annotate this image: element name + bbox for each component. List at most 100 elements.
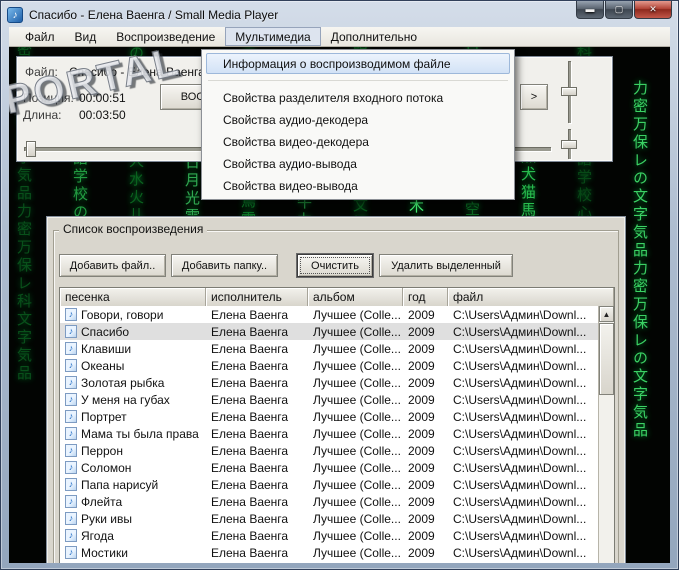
table-row[interactable]: ♪ Соломон Елена Ваенга Лучшее (Colle... 2009… <box>60 459 598 476</box>
clear-button[interactable]: Очистить <box>297 254 373 277</box>
table-cell: C:\Users\Админ\Downl... <box>453 324 587 339</box>
next-button[interactable]: > <box>520 84 548 110</box>
table-cell: ♪ Золотая рыбка <box>60 374 206 391</box>
playlist-scrollbar[interactable]: ▲ ▼ <box>598 306 614 563</box>
scrollbar-thumb[interactable] <box>599 323 614 395</box>
table-cell: Лучшее (Colle... <box>313 460 401 475</box>
titlebar[interactable]: ♪ Спасибо - Елена Ваенга / Small Media P… <box>5 4 674 26</box>
column-header-year[interactable]: год <box>403 288 448 306</box>
table-row[interactable]: ♪ Портрет Елена Ваенга Лучшее (Colle... 2009… <box>60 408 598 425</box>
multimedia-dropdown-menu: Информация о воспроизводимом файле Свойс… <box>201 49 515 200</box>
menu-item-audio-decoder[interactable]: Свойства аудио-декодера <box>206 109 510 130</box>
table-cell: C:\Users\Админ\Downl... <box>453 358 587 373</box>
table-row[interactable]: ♪ Ягода Елена Ваенга Лучшее (Colle... 2009 C:… <box>60 527 598 544</box>
table-cell: Елена Ваенга <box>211 545 289 560</box>
menu-item-audio-output[interactable]: Свойства аудио-вывода <box>206 153 510 174</box>
media-file-icon: ♪ <box>65 410 77 423</box>
menu-item-video-output[interactable]: Свойства видео-вывода <box>206 175 510 196</box>
column-header-album[interactable]: альбом <box>308 288 403 306</box>
table-cell: 2009 <box>408 324 435 339</box>
volume-slider[interactable] <box>560 61 578 123</box>
table-row[interactable]: ♪ У меня на губах Елена Ваенга Лучшее (Coll… <box>60 391 598 408</box>
table-cell: Лучшее (Colle... <box>313 528 401 543</box>
media-file-icon: ♪ <box>65 546 77 559</box>
media-file-icon: ♪ <box>65 495 77 508</box>
table-row[interactable]: ♪ Клавиши Елена Ваенга Лучшее (Colle... 2009… <box>60 340 598 357</box>
menu-advanced[interactable]: Дополнительно <box>321 27 427 46</box>
table-cell: Лучшее (Colle... <box>313 324 401 339</box>
table-row[interactable]: ♪ Золотая рыбка Елена Ваенга Лучшее (Colle.… <box>60 374 598 391</box>
table-cell: 2009 <box>408 443 435 458</box>
table-cell: 2009 <box>408 477 435 492</box>
playlist-body: ♪ Говори, говори Елена Ваенга Лучшее (Colle… <box>60 306 598 563</box>
table-row[interactable]: ♪ Руки ивы Елена Ваенга Лучшее (Colle... 200… <box>60 510 598 527</box>
table-cell: ♪ Говори, говори <box>60 306 206 323</box>
column-header-artist[interactable]: исполнитель <box>206 288 308 306</box>
table-cell: Лучшее (Colle... <box>313 477 401 492</box>
media-file-icon: ♪ <box>65 427 77 440</box>
menu-file[interactable]: Файл <box>15 27 65 46</box>
video-display-area: 力密万保レの文字気品力密万保レの文字気品科文字気品会語学校心科文字気品会語学校心… <box>9 47 670 563</box>
length-value: 00:03:50 <box>79 108 126 122</box>
table-cell: 2009 <box>408 375 435 390</box>
table-cell: ♪ Мостики <box>60 544 206 561</box>
table-cell: Елена Ваенга <box>211 528 289 543</box>
balance-slider-handle[interactable] <box>561 140 577 149</box>
file-value: Спасибо - Елена Ваенга <box>69 65 205 79</box>
table-cell: C:\Users\Админ\Downl... <box>453 392 587 407</box>
close-button[interactable]: ✕ <box>634 1 672 19</box>
table-row[interactable]: ♪ Говори, говори Елена Ваенга Лучшее (Colle… <box>60 306 598 323</box>
table-cell: C:\Users\Админ\Downl... <box>453 307 587 322</box>
menu-separator <box>208 80 508 81</box>
table-cell: Елена Ваенга <box>211 460 289 475</box>
table-cell: 2009 <box>408 511 435 526</box>
balance-slider[interactable] <box>560 129 578 159</box>
table-cell: C:\Users\Админ\Downl... <box>453 477 587 492</box>
table-cell: ♪ Океаны <box>60 357 206 374</box>
table-cell: Лучшее (Colle... <box>313 358 401 373</box>
table-cell: Лучшее (Colle... <box>313 443 401 458</box>
table-cell: C:\Users\Админ\Downl... <box>453 545 587 560</box>
maximize-button[interactable]: ▢ <box>605 1 633 19</box>
table-cell: ♪ Перрон <box>60 442 206 459</box>
table-cell: 2009 <box>408 528 435 543</box>
table-row[interactable]: ♪ Флейта Елена Ваенга Лучшее (Colle... 2009 C… <box>60 493 598 510</box>
table-row[interactable]: ♪ Спасибо Елена Ваенга Лучшее (Colle... 2009… <box>60 323 598 340</box>
menu-playback[interactable]: Воспроизведение <box>106 27 225 46</box>
menu-view[interactable]: Вид <box>65 27 107 46</box>
table-row[interactable]: ♪ Перрон Елена Ваенга Лучшее (Colle... 2009 C… <box>60 442 598 459</box>
add-file-button[interactable]: Добавить файл.. <box>59 254 166 277</box>
media-file-icon: ♪ <box>65 478 77 491</box>
table-row[interactable]: ♪ Папа нарисуй Елена Ваенга Лучшее (Colle..… <box>60 476 598 493</box>
table-cell: Елена Ваенга <box>211 494 289 509</box>
column-header-song[interactable]: песенка <box>60 288 206 306</box>
menu-item-video-decoder[interactable]: Свойства видео-декодера <box>206 131 510 152</box>
table-row[interactable]: ♪ Мама ты была права Елена Ваенга Лучшее (C… <box>60 425 598 442</box>
table-cell: ♪ Руки ивы <box>60 510 206 527</box>
volume-slider-handle[interactable] <box>561 87 577 96</box>
menu-item-file-info[interactable]: Информация о воспроизводимом файле <box>206 53 510 74</box>
table-cell: C:\Users\Админ\Downl... <box>453 409 587 424</box>
table-cell: ♪ У меня на губах <box>60 391 206 408</box>
minimize-button[interactable]: ▬ <box>576 1 604 19</box>
table-cell: ♪ Клавиши <box>60 340 206 357</box>
playlist-group-title: Список воспроизведения <box>59 222 208 236</box>
table-cell: Лучшее (Colle... <box>313 375 401 390</box>
table-cell: C:\Users\Админ\Downl... <box>453 528 587 543</box>
media-file-icon: ♪ <box>65 529 77 542</box>
seek-slider-handle[interactable] <box>26 141 36 157</box>
table-row[interactable]: ♪ Мостики Елена Ваенга Лучшее (Colle... 2009… <box>60 544 598 561</box>
menu-multimedia[interactable]: Мультимедиа <box>225 27 321 46</box>
delete-selected-button[interactable]: Удалить выделенный <box>379 254 513 277</box>
table-cell: Елена Ваенга <box>211 375 289 390</box>
column-header-file[interactable]: файл <box>448 288 614 306</box>
add-folder-button[interactable]: Добавить папку.. <box>171 254 278 277</box>
table-cell: 2009 <box>408 460 435 475</box>
table-cell: Елена Ваенга <box>211 392 289 407</box>
media-file-icon: ♪ <box>65 393 77 406</box>
table-cell: C:\Users\Админ\Downl... <box>453 426 587 441</box>
table-cell: ♪ Спасибо <box>60 323 206 340</box>
scroll-up-icon[interactable]: ▲ <box>599 306 614 322</box>
menu-item-splitter-props[interactable]: Свойства разделителя входного потока <box>206 87 510 108</box>
table-row[interactable]: ♪ Океаны Елена Ваенга Лучшее (Colle... 2009 C… <box>60 357 598 374</box>
